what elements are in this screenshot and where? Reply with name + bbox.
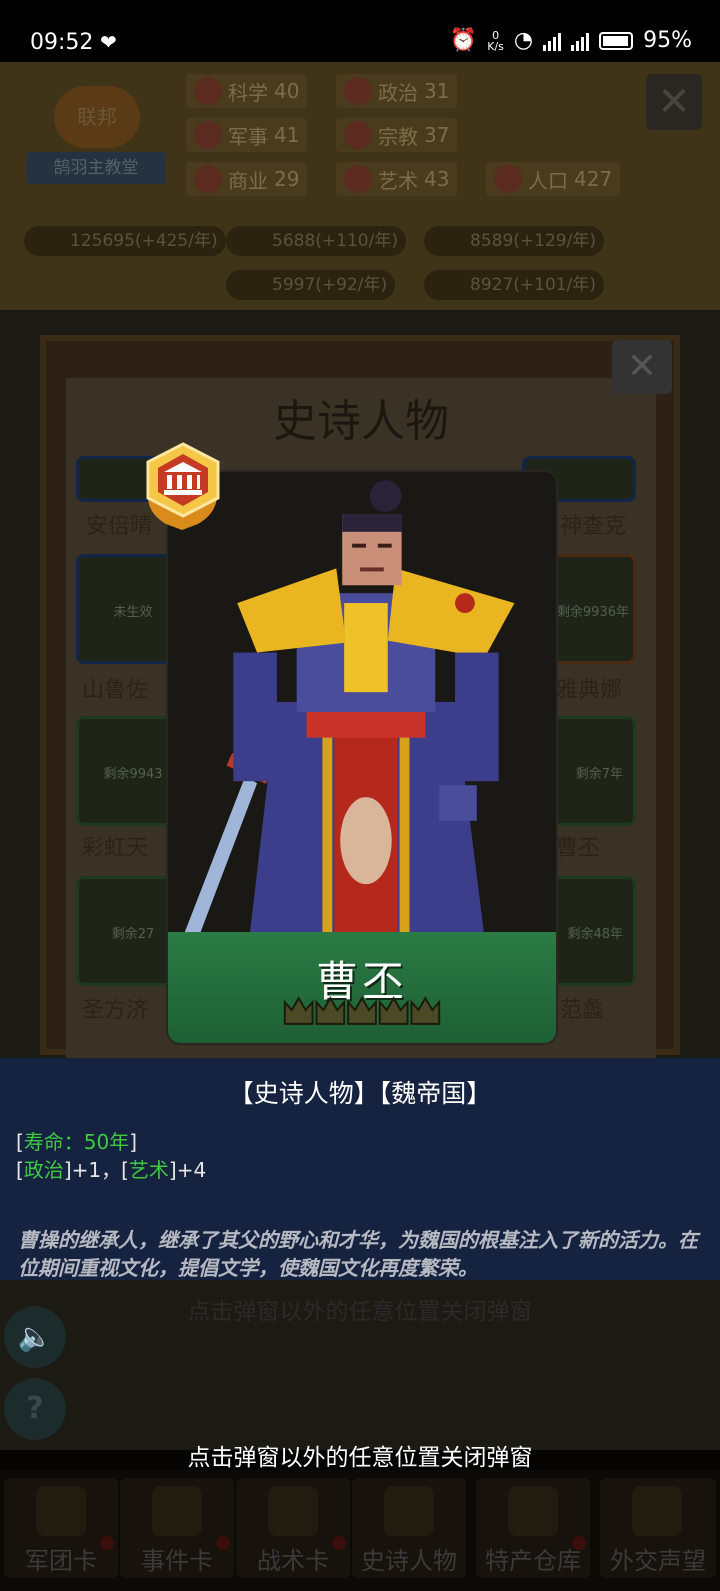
battery-level: 95% xyxy=(643,28,692,53)
dialog-close-button[interactable]: ✕ xyxy=(612,340,672,394)
crown-icon xyxy=(347,996,377,1025)
signal-icon xyxy=(543,31,562,51)
envelope-icon xyxy=(632,1486,682,1536)
helmet-icon xyxy=(36,1486,86,1536)
art-icon xyxy=(344,165,372,193)
battery-icon xyxy=(599,31,634,50)
resource-gold: 125695(+425/年) xyxy=(24,226,226,256)
alarm-icon: ⏰ xyxy=(449,28,478,53)
nav-legion-cards[interactable]: 军团卡 xyxy=(4,1478,118,1578)
politics-icon xyxy=(344,77,372,105)
crown-icon xyxy=(378,996,409,1025)
net-speed: 0 K/s xyxy=(487,28,504,53)
stat-commerce: 商业 29 xyxy=(186,162,308,196)
figure-name: 圣方济 xyxy=(82,998,149,1023)
tactics-icon xyxy=(268,1486,318,1536)
figure-name: 雅典娜 xyxy=(556,678,623,703)
status-icons: ⏰ 0 K/s ◔ 95% xyxy=(450,28,692,53)
faction-emblem[interactable]: 联邦 xyxy=(54,86,140,148)
speaker-icon[interactable]: 🔈 xyxy=(4,1306,66,1368)
wifi-icon: ◔ xyxy=(513,28,534,53)
nav-event-cards[interactable]: 事件卡 xyxy=(120,1478,234,1578)
resource-wood: 5688(+110/年) xyxy=(226,226,406,256)
hero-biography: 曹操的继承人，继承了其父的野心和才华，为魏国的根基注入了新的活力。在位期间重视文… xyxy=(18,1228,698,1280)
figure-name: 彩虹天 xyxy=(82,836,149,861)
hero-card: 曹丕 xyxy=(166,470,558,1045)
resource-iron: 8589(+129/年) xyxy=(424,226,604,256)
lifespan-line: [寿命：50年] xyxy=(16,1130,138,1154)
nav-diplomacy[interactable]: 外交声望 xyxy=(600,1478,716,1578)
resource-food: 8927(+101/年) xyxy=(424,270,604,300)
stat-military: 军事 41 xyxy=(186,118,308,152)
nav-specialty-warehouse[interactable]: 特产仓库 xyxy=(476,1478,590,1578)
stat-population: 人口 427 xyxy=(486,162,621,196)
nav-epic-figures[interactable]: 史诗人物 xyxy=(352,1478,466,1578)
crown-icon xyxy=(384,1486,434,1536)
stat-science: 科学 40 xyxy=(186,74,308,108)
science-icon xyxy=(194,77,222,105)
heart-icon: ❤ xyxy=(100,30,117,54)
detail-title: 【史诗人物】【魏帝国】 xyxy=(228,1079,492,1108)
figure-name: 曹丕 xyxy=(556,836,601,861)
clock: 09:52 xyxy=(30,30,94,55)
stat-politics: 政治 31 xyxy=(336,74,458,108)
crown-icon xyxy=(410,996,441,1025)
star-rating xyxy=(283,996,441,1025)
close-hint: 点击弹窗以外的任意位置关闭弹窗 xyxy=(187,1445,533,1471)
background-close-hint: 点击弹窗以外的任意位置关闭弹窗 xyxy=(187,1299,533,1325)
religion-icon xyxy=(344,121,372,149)
scroll-icon xyxy=(152,1486,202,1536)
resource-stone: 5997(+92/年) xyxy=(226,270,396,300)
military-icon xyxy=(194,121,222,149)
crown-icon xyxy=(315,996,346,1025)
figure-name: 神查克 xyxy=(560,514,627,539)
signal-icon-2 xyxy=(571,31,590,51)
stat-religion: 宗教 37 xyxy=(336,118,458,152)
politics-medal-icon xyxy=(146,442,220,530)
stat-art: 艺术 43 xyxy=(336,162,458,196)
figure-name: 山鲁佐 xyxy=(82,678,149,703)
faction-name: 鹄羽主教堂 xyxy=(26,152,166,184)
effect-line: [政治]+1，[艺术]+4 xyxy=(16,1158,207,1182)
nav-tactic-cards[interactable]: 战术卡 xyxy=(236,1478,350,1578)
figure-name: 范蠡 xyxy=(560,998,605,1023)
chest-icon xyxy=(508,1486,558,1536)
commerce-icon xyxy=(194,165,222,193)
hero-portrait xyxy=(168,474,556,940)
crown-icon xyxy=(283,996,314,1025)
hud-close-button[interactable]: ✕ xyxy=(646,74,702,130)
help-icon[interactable]: ? xyxy=(4,1378,66,1440)
population-icon xyxy=(494,165,522,193)
